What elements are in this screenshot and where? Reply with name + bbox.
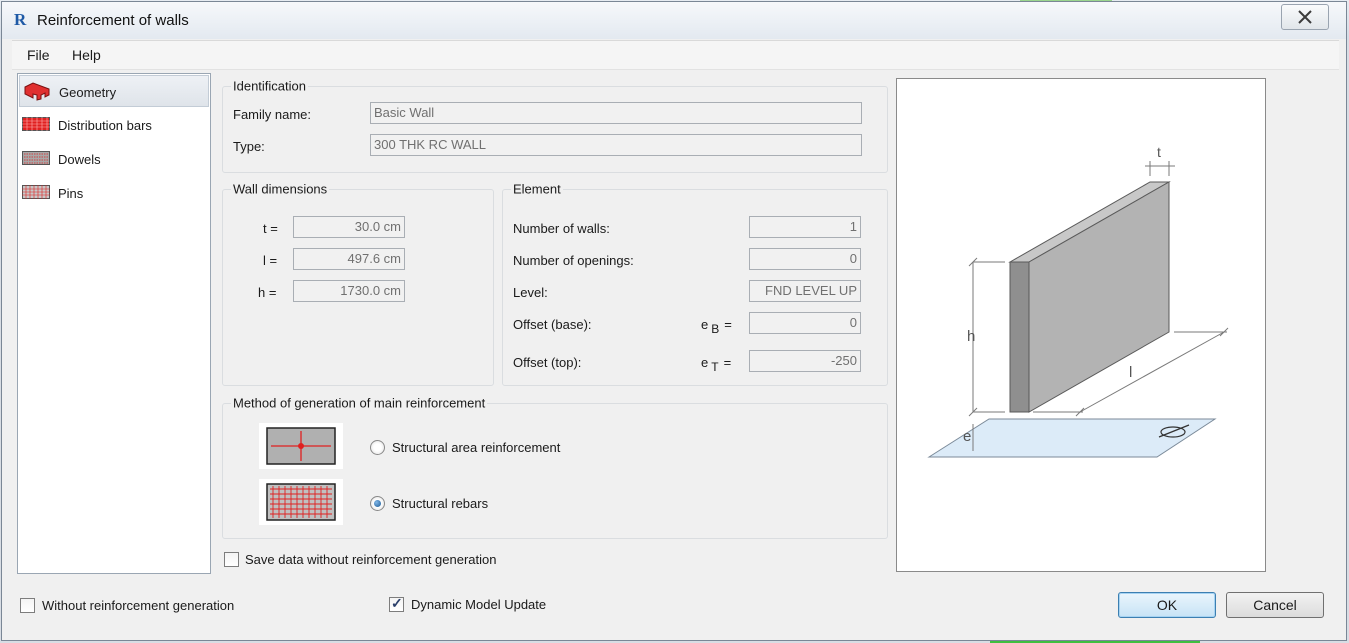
offset-base-symbol: e B = (701, 317, 732, 336)
dynamic-model-update-label: Dynamic Model Update (411, 597, 547, 612)
t-label: t = (263, 221, 278, 236)
title-bar: R Reinforcement of walls (2, 2, 1346, 39)
distribution-bars-icon (22, 117, 50, 131)
type-label: Type: (233, 139, 265, 154)
without-reinforcement-label: Without reinforcement generation (42, 598, 235, 613)
offset-top-symbol: e T = (701, 355, 732, 374)
nav-label: Dowels (58, 152, 101, 167)
offset-top-label: Offset (top): (513, 355, 582, 370)
nav-label: Pins (58, 186, 84, 201)
wall-dimensions-group: Wall dimensions t = 30.0 cm l = 497.6 cm… (222, 181, 494, 386)
offset-base-label: Offset (base): (513, 317, 592, 332)
number-of-openings-label: Number of openings: (513, 253, 634, 268)
nav-item-dowels[interactable]: Dowels (19, 143, 209, 175)
wall-diagram: h t l e (927, 144, 1229, 458)
level-field[interactable]: FND LEVEL UP (749, 280, 861, 302)
menu-file[interactable]: File (27, 47, 50, 63)
nav-item-distribution-bars[interactable]: Distribution bars (19, 109, 209, 141)
nav-label: Distribution bars (58, 118, 152, 133)
t-dim-label: t (1157, 144, 1161, 160)
l-dim-label: l (1129, 364, 1132, 381)
structural-area-reinforcement-label: Structural area reinforcement (392, 440, 561, 455)
nav-label: Geometry (59, 85, 117, 100)
save-data-label: Save data without reinforcement generati… (245, 552, 497, 567)
window-title: Reinforcement of walls (37, 12, 189, 29)
structural-rebars-thumbnail (259, 479, 343, 525)
e-dim-label: e (963, 428, 971, 445)
element-group: Element Number of walls: 1 Number of ope… (502, 181, 888, 386)
save-data-checkbox[interactable] (224, 552, 239, 567)
cancel-button[interactable]: Cancel (1226, 592, 1324, 618)
offset-base-field[interactable]: 0 (749, 312, 861, 334)
geometry-icon (24, 82, 50, 101)
close-icon (1298, 10, 1312, 24)
dialog-window: R Reinforcement of walls File Help Geome… (1, 1, 1347, 641)
nav-item-pins[interactable]: Pins (19, 177, 209, 209)
l-field[interactable]: 497.6 cm (293, 248, 405, 270)
structural-rebars-icon (266, 483, 336, 521)
group-title: Element (511, 181, 563, 197)
number-of-walls-field[interactable]: 1 (749, 216, 861, 238)
close-button[interactable] (1281, 4, 1329, 30)
offset-top-field[interactable]: -250 (749, 350, 861, 372)
dialog-body: Geometry Distribution bars Dowels Pins I… (12, 70, 1339, 635)
method-group: Method of generation of main reinforceme… (222, 395, 888, 539)
structural-rebars-label: Structural rebars (392, 496, 489, 511)
level-label: Level: (513, 285, 548, 300)
dynamic-model-update-checkbox[interactable] (389, 595, 404, 612)
structural-rebars-radio[interactable] (370, 496, 385, 511)
group-title: Identification (231, 78, 308, 94)
h-label: h = (258, 285, 277, 300)
number-of-openings-field[interactable]: 0 (749, 248, 861, 270)
identification-group: Identification Family name: Basic Wall T… (222, 78, 888, 173)
family-name-field[interactable]: Basic Wall (370, 102, 862, 124)
number-of-walls-label: Number of walls: (513, 221, 610, 236)
menu-bar: File Help (12, 40, 1339, 70)
ok-button[interactable]: OK (1118, 592, 1216, 618)
structural-area-reinforcement-radio[interactable] (370, 440, 385, 455)
h-field[interactable]: 1730.0 cm (293, 280, 405, 302)
dowels-icon (22, 151, 50, 165)
group-title: Wall dimensions (231, 181, 330, 197)
group-title: Method of generation of main reinforceme… (231, 395, 488, 411)
area-reinforcement-thumbnail (259, 423, 343, 469)
h-dim-label: h (967, 328, 975, 345)
without-reinforcement-checkbox[interactable] (20, 598, 35, 613)
family-name-label: Family name: (233, 107, 312, 122)
app-icon: R (14, 10, 27, 29)
wall-preview: h t l e (896, 78, 1266, 572)
l-label: l = (263, 253, 278, 268)
menu-help[interactable]: Help (72, 47, 101, 63)
t-field[interactable]: 30.0 cm (293, 216, 405, 238)
pins-icon (22, 185, 50, 199)
type-field[interactable]: 300 THK RC WALL (370, 134, 862, 156)
section-list: Geometry Distribution bars Dowels Pins (17, 73, 211, 574)
nav-item-geometry[interactable]: Geometry (19, 75, 209, 107)
area-reinforcement-icon (266, 427, 336, 465)
